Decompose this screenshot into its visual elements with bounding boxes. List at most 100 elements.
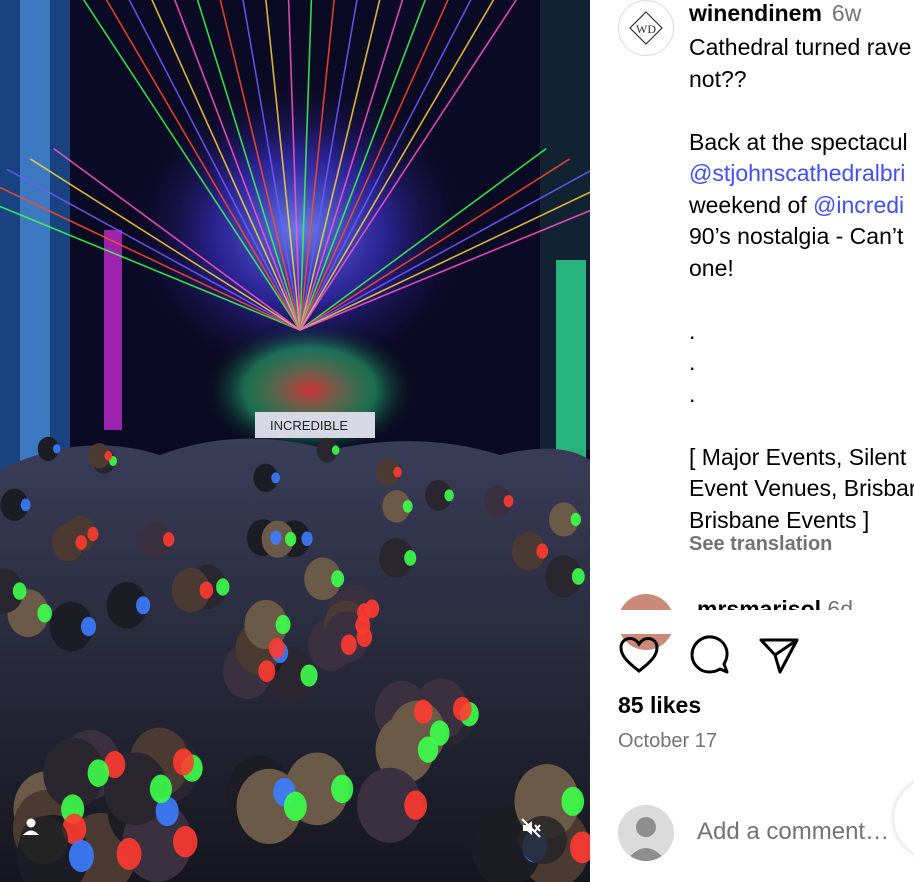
caption-text: not?? xyxy=(689,65,747,92)
caption-line xyxy=(689,410,914,442)
glowing-headphone xyxy=(68,839,94,873)
emoji-button[interactable] xyxy=(894,778,914,858)
glowing-headphone xyxy=(284,531,297,547)
add-comment-input[interactable]: Add a comment… xyxy=(697,818,889,846)
mute-button[interactable] xyxy=(519,816,567,864)
author-avatar[interactable]: WD xyxy=(618,0,674,56)
glowing-headphone xyxy=(536,543,549,559)
heart-icon xyxy=(618,636,660,679)
caption-text: weekend of xyxy=(689,191,814,218)
glowing-headphone xyxy=(173,826,198,858)
glowing-headphone xyxy=(331,570,345,588)
caption-line: not?? xyxy=(689,64,914,96)
glowing-headphone xyxy=(216,578,230,596)
like-count[interactable]: 85 likes xyxy=(618,692,701,719)
like-button[interactable] xyxy=(616,634,662,680)
glowing-headphone xyxy=(136,596,151,615)
mention-link[interactable]: @stjohnscathedralbri xyxy=(689,160,905,186)
glowing-headphone xyxy=(270,530,282,545)
post-side-panel: WD winendinem 6w Cathedral turned rave not… xyxy=(590,0,914,882)
glowing-headphone xyxy=(199,581,214,599)
current-user-avatar xyxy=(618,805,674,861)
caption-line: . xyxy=(689,347,914,379)
glowing-headphone xyxy=(37,603,52,623)
caption-text xyxy=(689,412,695,438)
post-media[interactable]: INCREDIBLE xyxy=(0,0,590,882)
caption-text: 90’s nostalgia - Can’t xyxy=(689,223,904,249)
glowing-headphone xyxy=(104,450,113,461)
caption-scroll-area[interactable]: WD winendinem 6w Cathedral turned rave not… xyxy=(590,0,914,610)
glowing-headphone xyxy=(149,774,172,804)
glowing-headphone xyxy=(275,614,291,635)
glowing-headphone xyxy=(116,837,142,870)
caption-line: [ Major Events, Silent xyxy=(689,442,914,474)
glowing-headphone xyxy=(163,532,175,547)
glowing-headphone xyxy=(53,444,61,454)
caption-line: one! xyxy=(689,253,914,285)
section-divider xyxy=(590,610,914,634)
avatar-monogram: WD xyxy=(636,22,656,36)
glowing-headphone xyxy=(75,535,87,550)
caption-text xyxy=(689,286,695,312)
caption-line: . xyxy=(689,379,914,411)
glowing-headphone xyxy=(364,599,380,618)
caption-text: one! xyxy=(689,254,734,281)
caption-text: Brisbane Events ] xyxy=(689,506,870,533)
concert-photo: INCREDIBLE xyxy=(0,0,590,882)
caption-line: weekend of @incredi xyxy=(689,190,914,222)
tagged-users-button[interactable] xyxy=(20,816,68,864)
glowing-headphone xyxy=(404,550,417,566)
glowing-headphone xyxy=(12,582,27,600)
post-caption: Cathedral turned rave not?? Back at the s… xyxy=(689,32,914,536)
glowing-headphone xyxy=(356,627,373,648)
glowing-headphone xyxy=(452,696,472,721)
author-username[interactable]: winendinem xyxy=(689,0,822,26)
glowing-headphone xyxy=(271,472,280,484)
speech-bubble-icon xyxy=(688,634,730,681)
caption-line: @stjohnscathedralbri xyxy=(689,158,914,190)
glowing-headphone xyxy=(87,759,110,787)
caption-text: [ Major Events, Silent xyxy=(689,443,907,470)
glowing-headphone xyxy=(87,526,99,542)
glowing-headphone xyxy=(301,531,313,546)
see-translation-button[interactable]: See translation xyxy=(689,533,832,556)
glowing-headphone xyxy=(331,445,340,455)
glowing-headphone xyxy=(80,616,97,637)
stage-sign: INCREDIBLE xyxy=(270,418,348,433)
glowing-headphone xyxy=(413,699,433,724)
caption-line: 90’s nostalgia - Can’t xyxy=(689,221,914,253)
caption-line xyxy=(689,95,914,127)
glowing-headphone xyxy=(503,494,514,508)
glowing-headphone xyxy=(340,634,357,655)
glowing-headphone xyxy=(300,664,318,687)
glowing-headphone xyxy=(172,748,194,776)
glowing-headphone xyxy=(20,498,31,512)
caption-line xyxy=(689,284,914,316)
mention-link[interactable]: @incredi xyxy=(813,192,904,218)
share-button[interactable] xyxy=(756,634,802,680)
glowing-headphone xyxy=(258,660,276,683)
glowing-headphone xyxy=(404,790,428,820)
post-time[interactable]: 6w xyxy=(832,0,861,26)
glowing-headphone xyxy=(393,466,402,478)
caption-line: Back at the spectacul xyxy=(689,127,914,159)
caption-text: Back at the spectacul xyxy=(689,128,908,155)
glowing-headphone xyxy=(268,637,285,659)
glowing-headphone xyxy=(402,500,413,513)
glowing-headphone xyxy=(561,786,585,816)
caption-text: . xyxy=(689,317,696,344)
glowing-headphone xyxy=(571,568,585,585)
caption-line: Event Venues, Brisbar xyxy=(689,473,914,505)
glowing-headphone xyxy=(429,720,450,746)
caption-line: Brisbane Events ] xyxy=(689,505,914,537)
caption-text: Cathedral turned rave xyxy=(689,34,912,60)
author-header: winendinem 6w xyxy=(689,0,861,27)
caption-text: Event Venues, Brisbar xyxy=(689,475,914,501)
caption-line: . xyxy=(689,316,914,348)
send-icon xyxy=(758,635,800,680)
glowing-headphone xyxy=(444,489,454,502)
post-date[interactable]: October 17 xyxy=(618,730,717,753)
comment-button[interactable] xyxy=(686,634,732,680)
glowing-headphone xyxy=(331,774,354,804)
caption-text xyxy=(689,97,695,123)
